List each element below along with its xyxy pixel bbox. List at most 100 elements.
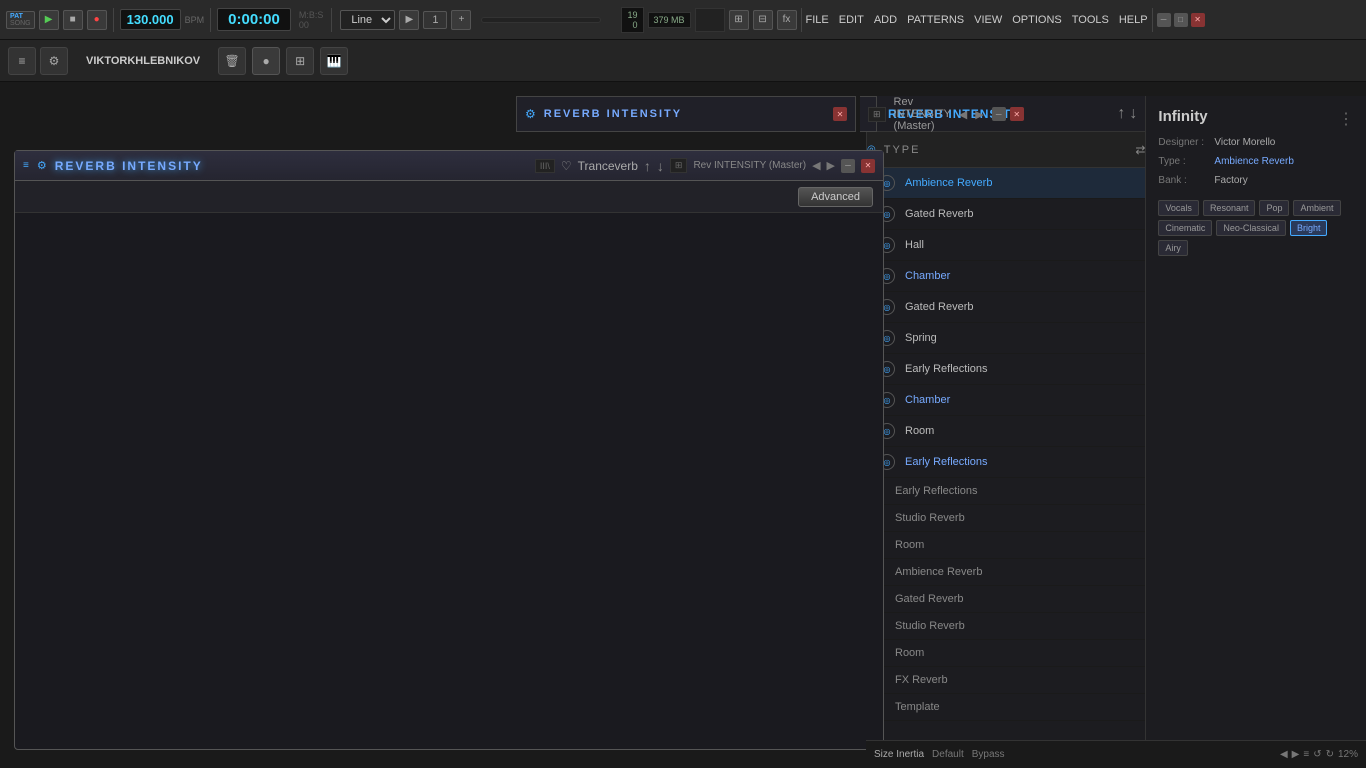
menu-icon[interactable]: ≡ [23,160,29,171]
play-mode-button[interactable]: ▶ [399,10,419,30]
grid-view-button[interactable]: ⊞ [729,10,749,30]
type-item-label-1: Ambience Reverb [905,177,992,189]
step-plus-button[interactable]: + [451,10,471,30]
tag-cinematic[interactable]: Cinematic [1158,220,1212,236]
prev-btn[interactable]: ◀ [812,159,820,172]
type-item-label-3: Hall [905,239,924,251]
divider2 [210,8,211,32]
menu-tools[interactable]: TOOLS [1072,14,1109,26]
up-arrow[interactable]: ↑ [644,158,651,174]
tag-neoclassical[interactable]: Neo-Classical [1216,220,1286,236]
rb-bypass[interactable]: Bypass [972,749,1005,760]
right-down-arrow[interactable]: ↓ [1129,105,1137,123]
shuffle-icon[interactable]: ⇄ [1135,143,1145,157]
grid-btn: ⊞ [670,158,688,173]
type-item-spring[interactable]: ◎ Spring [867,323,1145,354]
menu-add[interactable]: ADD [874,14,897,26]
rb-prev[interactable]: ◀ [1280,749,1288,760]
grid-icon[interactable]: ⊞ [286,47,314,75]
down-arrow[interactable]: ↓ [657,158,664,174]
secondary-title: REVERB INTENSITY [544,108,682,120]
pat-song-toggle[interactable]: PAT SONG [6,11,35,29]
tag-bright[interactable]: Bright [1290,220,1328,236]
type-sub-label-3: Room [895,539,924,551]
plugin-window: ≡ ⚙ REVERB INTENSITY III\ ♡ Tranceverb ↑… [14,150,884,750]
rb-redo[interactable]: ↻ [1326,749,1334,760]
type-sub-studio2[interactable]: Studio Reverb [867,613,1145,640]
rb-size-inertia[interactable]: Size Inertia [874,749,924,760]
type-item-room[interactable]: ◎ Room [867,416,1145,447]
rb-undo[interactable]: ↺ [1313,749,1321,760]
plugin-frame-header: ⊞ Rev INTENSITY (Master) ◀ ▶ ─ ✕ [860,96,877,132]
menu-edit[interactable]: EDIT [839,14,864,26]
type-item-chamber2[interactable]: ◎ Chamber [867,385,1145,416]
menu-view[interactable]: VIEW [974,14,1002,26]
type-sub-fx[interactable]: FX Reverb [867,667,1145,694]
type-sub-room[interactable]: Room [867,532,1145,559]
next-btn[interactable]: ▶ [827,159,835,172]
type-key: Type : [1158,156,1208,167]
right-up-arrow[interactable]: ↑ [1117,105,1125,123]
type-item-label-9: Room [905,425,934,437]
type-item-early2[interactable]: ◎ Early Reflections [867,447,1145,478]
delete-icon[interactable]: 🗑 [218,47,246,75]
designer-val: Victor Morello [1214,137,1275,148]
record-icon2[interactable]: ● [252,47,280,75]
fx-button[interactable]: fx [777,10,797,30]
menu-patterns[interactable]: PATTERNS [907,14,964,26]
tag-resonant[interactable]: Resonant [1203,200,1256,216]
secondary-close[interactable]: ✕ [833,107,847,121]
pat-label: PAT [10,13,31,20]
stop-button[interactable]: ■ [63,10,83,30]
menu-options[interactable]: OPTIONS [1012,14,1062,26]
line-mode-select[interactable]: Line [340,10,395,30]
tag-ambient[interactable]: Ambient [1293,200,1340,216]
more-options-button[interactable]: ⋮ [1338,109,1354,129]
menu-file[interactable]: FILE [806,14,829,26]
mixer-button[interactable]: ⊟ [753,10,773,30]
next-preset[interactable]: ▶ [975,108,983,121]
frame-close[interactable]: ✕ [1010,107,1024,121]
plugin-title: REVERB INTENSITY [55,159,203,173]
type-item-gated2[interactable]: ◎ Gated Reverb [867,292,1145,323]
type-item-hall[interactable]: ◎ Hall [867,230,1145,261]
rb-list[interactable]: ≡ [1303,749,1309,760]
play-button[interactable]: ▶ [39,10,59,30]
type-sub-ambience[interactable]: Ambience Reverb [867,559,1145,586]
close-button[interactable]: ✕ [1191,13,1205,27]
plugin-min[interactable]: ─ [841,159,855,173]
type-sub-template[interactable]: Template [867,694,1145,721]
type-sub-early[interactable]: Early Reflections [867,478,1145,505]
divider4 [801,8,802,32]
maximize-button[interactable]: □ [1174,13,1188,27]
type-sub-studio[interactable]: Studio Reverb [867,505,1145,532]
minimize-button[interactable]: ─ [1157,13,1171,27]
plugin-close[interactable]: ✕ [861,159,875,173]
time-display: 0:00:00 [217,8,291,31]
record-button[interactable]: ● [87,10,107,30]
heart-icon[interactable]: ♡ [561,159,572,173]
type-sub-room2[interactable]: Room [867,640,1145,667]
advanced-button[interactable]: Advanced [798,187,873,207]
preset-bar: Advanced [15,181,883,213]
type-item-ambience[interactable]: ◎ Ambience Reverb [867,168,1145,199]
type-sub-label-7: Room [895,647,924,659]
tag-vocals[interactable]: Vocals [1158,200,1199,216]
prev-preset[interactable]: ◀ [959,108,967,121]
tag-airy[interactable]: Airy [1158,240,1188,256]
nav-icon-1[interactable]: ≡ [8,47,36,75]
tag-pop[interactable]: Pop [1259,200,1289,216]
bpm-display[interactable]: 130.000 [120,9,181,30]
type-item-early[interactable]: ◎ Early Reflections [867,354,1145,385]
type-sub-gated[interactable]: Gated Reverb [867,586,1145,613]
designer-key: Designer : [1158,137,1208,148]
piano-icon[interactable]: 🎹 [320,47,348,75]
rb-next[interactable]: ▶ [1292,749,1300,760]
library-icon[interactable]: III\ [535,159,555,173]
menu-help[interactable]: HELP [1119,14,1148,26]
frame-min[interactable]: ─ [992,107,1006,121]
type-item-chamber[interactable]: ◎ Chamber [867,261,1145,292]
nav-icon-2[interactable]: ⚙ [40,47,68,75]
rb-default[interactable]: Default [932,749,964,760]
type-item-gated[interactable]: ◎ Gated Reverb [867,199,1145,230]
